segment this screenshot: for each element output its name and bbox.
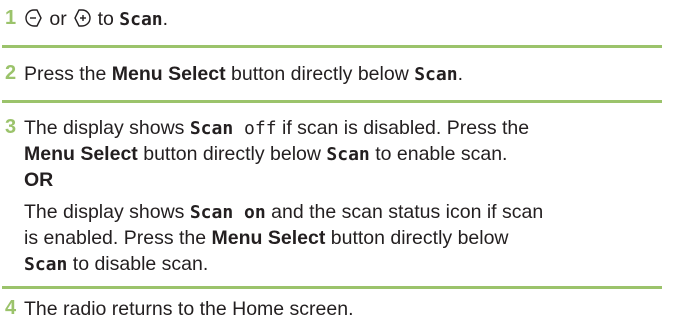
scan-display-text: Scan (414, 64, 458, 85)
step-2: 2 Press the Menu Select button directly … (0, 62, 679, 92)
step-number: 3 (5, 116, 17, 138)
step-divider (2, 100, 662, 103)
line-4: The display shows Scan on and the scan s… (24, 200, 664, 226)
display-shows-text: The display shows (24, 201, 185, 223)
step-number: 4 (5, 297, 17, 319)
step-number: 2 (5, 62, 17, 84)
right-arrow-icon (74, 9, 91, 27)
step-divider (2, 286, 662, 289)
scan-display-text: Scan (326, 144, 370, 165)
line-3: OR (24, 168, 664, 200)
menu-select-label: Menu Select (111, 63, 226, 85)
to-text: to (97, 8, 114, 30)
period: . (162, 8, 169, 30)
scan-off-suffix: off (233, 118, 277, 139)
step-text: or to Scan. (24, 7, 168, 32)
scan-display-text: Scan (24, 254, 68, 275)
press-text: Press the (24, 63, 107, 85)
or-label: OR (24, 169, 54, 191)
button-below-text: button directly below (231, 63, 409, 85)
line-2: Menu Select button directly below Scan t… (24, 142, 664, 168)
is-enabled-text: is enabled. Press the (24, 227, 207, 249)
if-disabled-text: if scan is disabled. Press the (281, 117, 530, 139)
to-disable-text: to disable scan. (72, 253, 209, 275)
step-1: 1 or to Scan. (0, 7, 679, 37)
step-divider (2, 45, 662, 48)
scan-on-display-text: Scan on (189, 202, 266, 223)
step-4: 4 The radio returns to the Home screen. (0, 297, 679, 325)
to-enable-text: to enable scan. (375, 143, 508, 165)
button-below-text: button directly below (330, 227, 509, 249)
step-text: The display shows Scan off if scan is di… (24, 116, 664, 278)
scan-off-display-text: Scan (189, 118, 234, 139)
menu-select-label: Menu Select (24, 143, 138, 165)
step-text: Press the Menu Select button directly be… (24, 62, 463, 87)
menu-select-label: Menu Select (211, 227, 326, 249)
line-1: The display shows Scan off if scan is di… (24, 116, 664, 142)
step-text: The radio returns to the Home screen. (24, 298, 354, 320)
left-arrow-icon (25, 9, 42, 27)
step-3: 3 The display shows Scan off if scan is … (0, 116, 679, 286)
or-text: or (49, 8, 67, 30)
step-number: 1 (5, 7, 17, 29)
line-5: is enabled. Press the Menu Select button… (24, 226, 664, 252)
button-below-text: button directly below (143, 143, 321, 165)
scan-display-text: Scan (119, 9, 163, 30)
and-status-text: and the scan status icon if scan (271, 201, 544, 223)
display-shows-text: The display shows (24, 117, 185, 139)
period: . (457, 63, 463, 85)
line-6: Scan to disable scan. (24, 252, 664, 278)
